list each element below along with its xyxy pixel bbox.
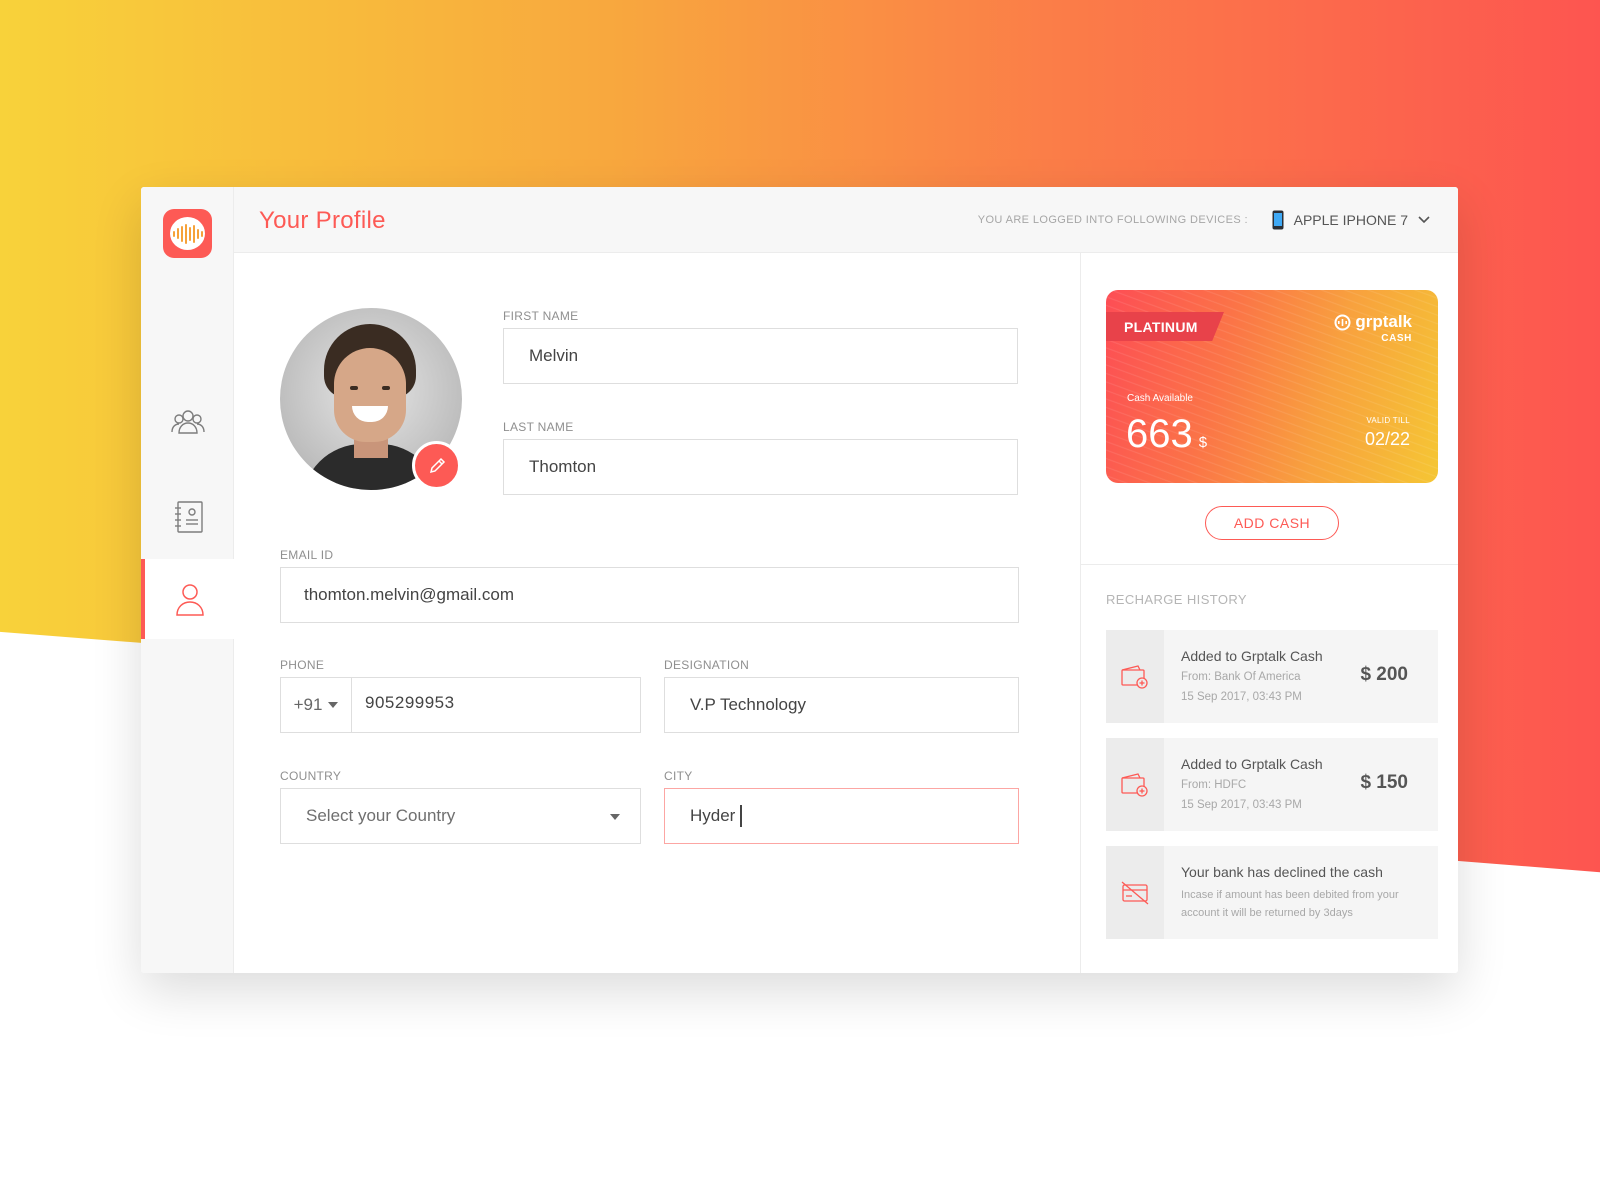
last-name-label: LAST NAME [503, 420, 574, 434]
country-code-value: +91 [293, 695, 323, 714]
cash-panel: PLATINUM grptalk CASH Cash Available 663… [1080, 253, 1458, 973]
cash-currency: $ [1198, 434, 1208, 451]
cash-card: PLATINUM grptalk CASH Cash Available 663… [1106, 290, 1438, 483]
caret-down-icon [328, 702, 339, 708]
last-name-field[interactable]: Thomton [503, 439, 1018, 495]
designation-field[interactable]: V.P Technology [664, 677, 1019, 733]
tier-badge: PLATINUM [1106, 312, 1224, 341]
history-amount: $ 200 [1360, 664, 1408, 685]
cash-amount-value: 663 [1126, 412, 1193, 456]
country-label: COUNTRY [280, 769, 342, 783]
page-title: Your Profile [259, 207, 386, 234]
history-amount: $ 150 [1360, 772, 1408, 793]
valid-till-value: 02/22 [1364, 429, 1410, 449]
brand-name: grptalk [1355, 312, 1412, 331]
history-item[interactable]: Added to Grptalk Cash From: Bank Of Amer… [1106, 630, 1438, 723]
recharge-history-title: RECHARGE HISTORY [1106, 592, 1248, 607]
wallet-add-icon [1121, 772, 1148, 797]
device-name: APPLE IPHONE 7 [1293, 212, 1408, 228]
phone-number-value: 905299953 [365, 693, 455, 712]
audio-wave-icon [170, 217, 205, 250]
history-date: 15 Sep 2017, 03:43 PM [1181, 691, 1302, 703]
first-name-field[interactable]: Melvin [503, 328, 1018, 384]
designation-value: V.P Technology [690, 695, 806, 714]
phone-label: PHONE [280, 658, 325, 672]
designation-label: DESIGNATION [664, 658, 750, 672]
first-name-label: FIRST NAME [503, 309, 579, 323]
contacts-book-icon [174, 501, 203, 533]
email-label: EMAIL ID [280, 548, 334, 562]
sidebar [141, 187, 234, 973]
last-name-value: Thomton [529, 457, 597, 476]
city-field[interactable]: Hyder [664, 788, 1019, 844]
history-title: Added to Grptalk Cash [1181, 756, 1323, 772]
card-declined-icon [1121, 881, 1149, 904]
valid-till-label: VALID TILL [1366, 416, 1410, 425]
group-icon [170, 410, 205, 434]
email-field[interactable]: thomton.melvin@gmail.com [280, 567, 1019, 623]
history-title: Your bank has declined the cash [1181, 864, 1383, 880]
history-source: From: HDFC [1181, 779, 1247, 791]
chevron-down-icon [1418, 216, 1430, 224]
phone-field[interactable]: +91 905299953 [280, 677, 641, 733]
sidebar-item-profile[interactable] [141, 559, 234, 639]
edit-avatar-button[interactable] [412, 441, 461, 490]
history-item[interactable]: Added to Grptalk Cash From: HDFC 15 Sep … [1106, 738, 1438, 831]
history-date: 15 Sep 2017, 03:43 PM [1181, 799, 1302, 811]
sidebar-item-contacts[interactable] [141, 477, 234, 557]
divider [1081, 564, 1458, 565]
phone-icon [1272, 210, 1284, 230]
device-dropdown[interactable]: APPLE IPHONE 7 [1272, 205, 1430, 235]
brand-logo: grptalk CASH [1334, 312, 1412, 344]
pencil-icon [429, 457, 445, 473]
country-placeholder: Select your Country [306, 806, 456, 825]
email-value: thomton.melvin@gmail.com [304, 585, 514, 604]
brand-sub: CASH [1381, 333, 1412, 344]
history-note: Incase if amount has been debited from y… [1181, 889, 1399, 919]
app-logo[interactable] [163, 209, 212, 258]
header: Your Profile YOU ARE LOGGED INTO FOLLOWI… [234, 187, 1458, 253]
country-select[interactable]: Select your Country [280, 788, 641, 844]
city-value: Hyder [690, 806, 736, 825]
sidebar-item-groups[interactable] [141, 382, 234, 462]
add-cash-button[interactable]: ADD CASH [1205, 506, 1339, 540]
brand-icon [1334, 314, 1351, 330]
history-title: Added to Grptalk Cash [1181, 648, 1323, 664]
text-caret [740, 805, 742, 827]
user-icon [175, 584, 204, 616]
country-code-select[interactable]: +91 [281, 678, 352, 732]
cash-available-label: Cash Available [1127, 393, 1193, 404]
cash-amount: 663 $ [1126, 412, 1207, 457]
history-source: From: Bank Of America [1181, 671, 1301, 683]
devices-label: YOU ARE LOGGED INTO FOLLOWING DEVICES : [977, 214, 1248, 226]
wallet-add-icon [1121, 664, 1148, 689]
first-name-value: Melvin [529, 346, 579, 365]
profile-window: Your Profile YOU ARE LOGGED INTO FOLLOWI… [141, 187, 1458, 973]
city-label: CITY [664, 769, 693, 783]
profile-form: FIRST NAME Melvin LAST NAME Thomton EMAI… [234, 253, 1080, 973]
history-item[interactable]: Your bank has declined the cash Incase i… [1106, 846, 1438, 939]
caret-down-icon [610, 814, 620, 820]
